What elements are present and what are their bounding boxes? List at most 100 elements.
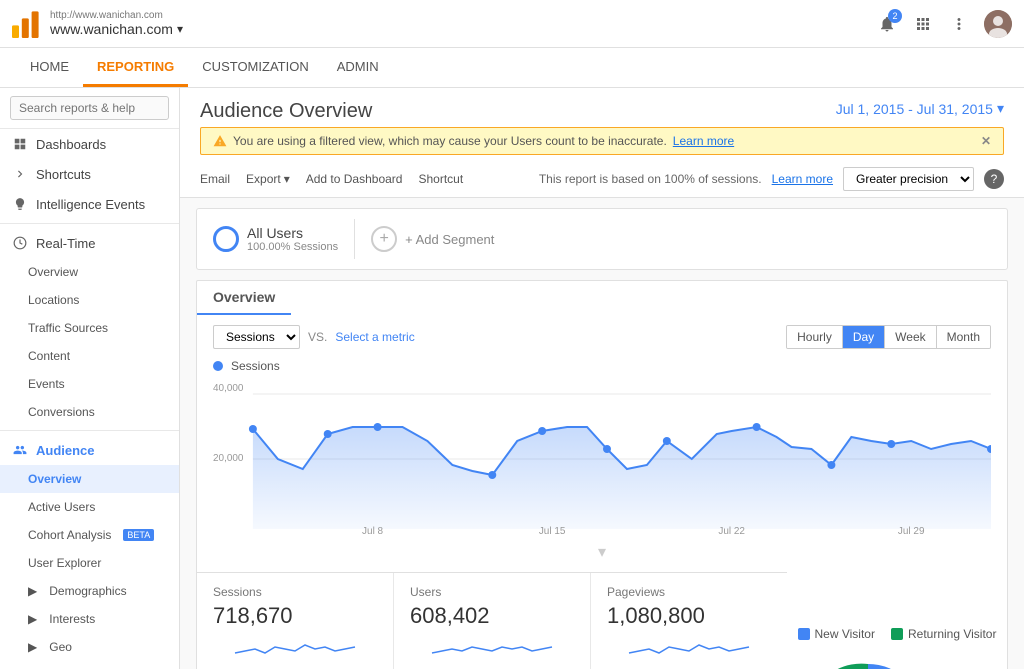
chart-legend: Sessions: [213, 359, 991, 373]
sidebar-item-realtime-overview[interactable]: Overview: [0, 258, 179, 286]
stat-sessions-label: Sessions: [213, 585, 377, 599]
metric-selector: Sessions VS. Select a metric: [213, 325, 415, 349]
sidebar-label-realtime: Real-Time: [36, 236, 95, 251]
week-button[interactable]: Week: [885, 326, 936, 348]
warning-icon: [213, 134, 227, 148]
segment-item: All Users 100.00% Sessions: [213, 225, 338, 253]
sidebar-item-user-explorer[interactable]: User Explorer: [0, 549, 179, 577]
add-to-dashboard-button[interactable]: Add to Dashboard: [306, 172, 403, 186]
bottom-stats: Sessions 718,670 Users 608,402: [197, 572, 1007, 669]
filter-close-button[interactable]: ✕: [981, 134, 991, 148]
toolbar: Email Export ▾ Add to Dashboard Shortcut…: [200, 159, 1004, 197]
stats-row-1: Sessions 718,670 Users 608,402: [197, 572, 787, 669]
top-bar-left: http://www.wanichan.com www.wanichan.com…: [12, 10, 183, 38]
sidebar-item-cohort-analysis[interactable]: Cohort Analysis BETA: [0, 521, 179, 549]
sessions-sparkline: [213, 635, 377, 659]
sidebar-divider-1: [0, 223, 179, 224]
export-button[interactable]: Export ▾: [246, 172, 290, 186]
chart-scroll-indicator[interactable]: ▾: [213, 542, 991, 562]
users-sparkline: [410, 635, 574, 659]
top-bar: http://www.wanichan.com www.wanichan.com…: [0, 0, 1024, 48]
sidebar-label-intelligence: Intelligence Events: [36, 197, 145, 212]
sidebar-search-container: [0, 88, 179, 129]
beta-badge: BETA: [123, 529, 154, 541]
nav-home[interactable]: HOME: [16, 49, 83, 87]
help-icon[interactable]: ?: [984, 169, 1004, 189]
report-info-text: This report is based on 100% of sessions…: [539, 172, 762, 186]
search-input[interactable]: [10, 96, 169, 120]
sidebar-label-shortcuts: Shortcuts: [36, 167, 91, 182]
sidebar-item-shortcuts[interactable]: Shortcuts: [0, 159, 179, 189]
sidebar-item-content[interactable]: Content: [0, 342, 179, 370]
metric-dropdown[interactable]: Sessions: [213, 325, 300, 349]
filter-learn-more-link[interactable]: Learn more: [673, 134, 734, 148]
sidebar-item-conversions[interactable]: Conversions: [0, 398, 179, 426]
sidebar-item-intelligence[interactable]: Intelligence Events: [0, 189, 179, 219]
pie-legend-returning: Returning Visitor: [891, 627, 997, 641]
month-button[interactable]: Month: [937, 326, 990, 348]
sidebar-item-demographics[interactable]: ▶ Demographics: [0, 577, 179, 605]
day-button[interactable]: Day: [843, 326, 885, 348]
svg-text:40,000: 40,000: [213, 383, 244, 394]
sidebar-item-active-users[interactable]: Active Users: [0, 493, 179, 521]
nav-admin[interactable]: ADMIN: [323, 49, 393, 87]
nav-bar: HOME REPORTING CUSTOMIZATION ADMIN: [0, 48, 1024, 88]
date-range[interactable]: Jul 1, 2015 - Jul 31, 2015 ▾: [836, 100, 1004, 117]
shortcut-button[interactable]: Shortcut: [418, 172, 463, 186]
sidebar-item-geo[interactable]: ▶ Geo: [0, 633, 179, 661]
stat-users-value: 608,402: [410, 603, 574, 629]
sidebar-item-events[interactable]: Events: [0, 370, 179, 398]
chart-area: Sessions 40,000 20,000: [197, 359, 1007, 572]
overview-tab[interactable]: Overview: [197, 281, 291, 315]
email-button[interactable]: Email: [200, 172, 230, 186]
shortcuts-icon: [12, 166, 28, 182]
pie-new-label: New Visitor: [815, 627, 875, 641]
lightbulb-icon: [12, 196, 28, 212]
sidebar-item-realtime[interactable]: Real-Time: [0, 228, 179, 258]
segment-bar: All Users 100.00% Sessions + + Add Segme…: [196, 208, 1008, 270]
realtime-icon: [12, 235, 28, 251]
add-segment-button[interactable]: + + Add Segment: [371, 226, 494, 252]
nav-reporting[interactable]: REPORTING: [83, 49, 188, 87]
more-options-icon[interactable]: [948, 13, 970, 35]
top-bar-right: 2: [876, 10, 1012, 38]
chart-controls: Sessions VS. Select a metric Hourly Day …: [197, 315, 1007, 359]
stat-users-label: Users: [410, 585, 574, 599]
page-header-top: Audience Overview Jul 1, 2015 - Jul 31, …: [200, 100, 1004, 123]
apps-icon[interactable]: [912, 13, 934, 35]
pie-returning-color: [891, 628, 903, 640]
pie-chart-container: New Visitor Returning Visitor: [798, 627, 997, 669]
content-area: Audience Overview Jul 1, 2015 - Jul 31, …: [180, 88, 1024, 669]
sidebar-item-audience-overview[interactable]: Overview: [0, 465, 179, 493]
sidebar-item-interests[interactable]: ▶ Interests: [0, 605, 179, 633]
report-learn-more-link[interactable]: Learn more: [772, 172, 833, 186]
pie-legend: New Visitor Returning Visitor: [798, 627, 997, 641]
pie-legend-new: New Visitor: [798, 627, 875, 641]
sidebar-item-behavior[interactable]: ▶ Behavior: [0, 661, 179, 669]
site-info: http://www.wanichan.com www.wanichan.com…: [50, 10, 183, 37]
svg-text:20,000: 20,000: [213, 453, 244, 464]
hourly-button[interactable]: Hourly: [787, 326, 843, 348]
pie-new-color: [798, 628, 810, 640]
sessions-legend-dot: [213, 361, 223, 371]
svg-text:Jul 8: Jul 8: [362, 526, 383, 537]
avatar[interactable]: [984, 10, 1012, 38]
pie-returning-label: Returning Visitor: [908, 627, 997, 641]
select-metric-link[interactable]: Select a metric: [335, 330, 414, 344]
sidebar-item-traffic-sources[interactable]: Traffic Sources: [0, 314, 179, 342]
stat-pageviews-label: Pageviews: [607, 585, 771, 599]
precision-select[interactable]: Greater precision: [843, 167, 974, 191]
stat-pageviews: Pageviews 1,080,800: [591, 573, 787, 669]
stat-sessions: Sessions 718,670: [197, 573, 394, 669]
notification-badge: 2: [888, 9, 902, 23]
sidebar: Dashboards Shortcuts Intelligence Events…: [0, 88, 180, 669]
grid-icon: [12, 136, 28, 152]
nav-customization[interactable]: CUSTOMIZATION: [188, 49, 322, 87]
segment-label: All Users: [247, 225, 338, 241]
notification-icon[interactable]: 2: [876, 13, 898, 35]
sidebar-item-audience[interactable]: Audience: [0, 435, 179, 465]
page-header: Audience Overview Jul 1, 2015 - Jul 31, …: [180, 88, 1024, 198]
sidebar-item-dashboards[interactable]: Dashboards: [0, 129, 179, 159]
sidebar-item-locations[interactable]: Locations: [0, 286, 179, 314]
stat-sessions-value: 718,670: [213, 603, 377, 629]
